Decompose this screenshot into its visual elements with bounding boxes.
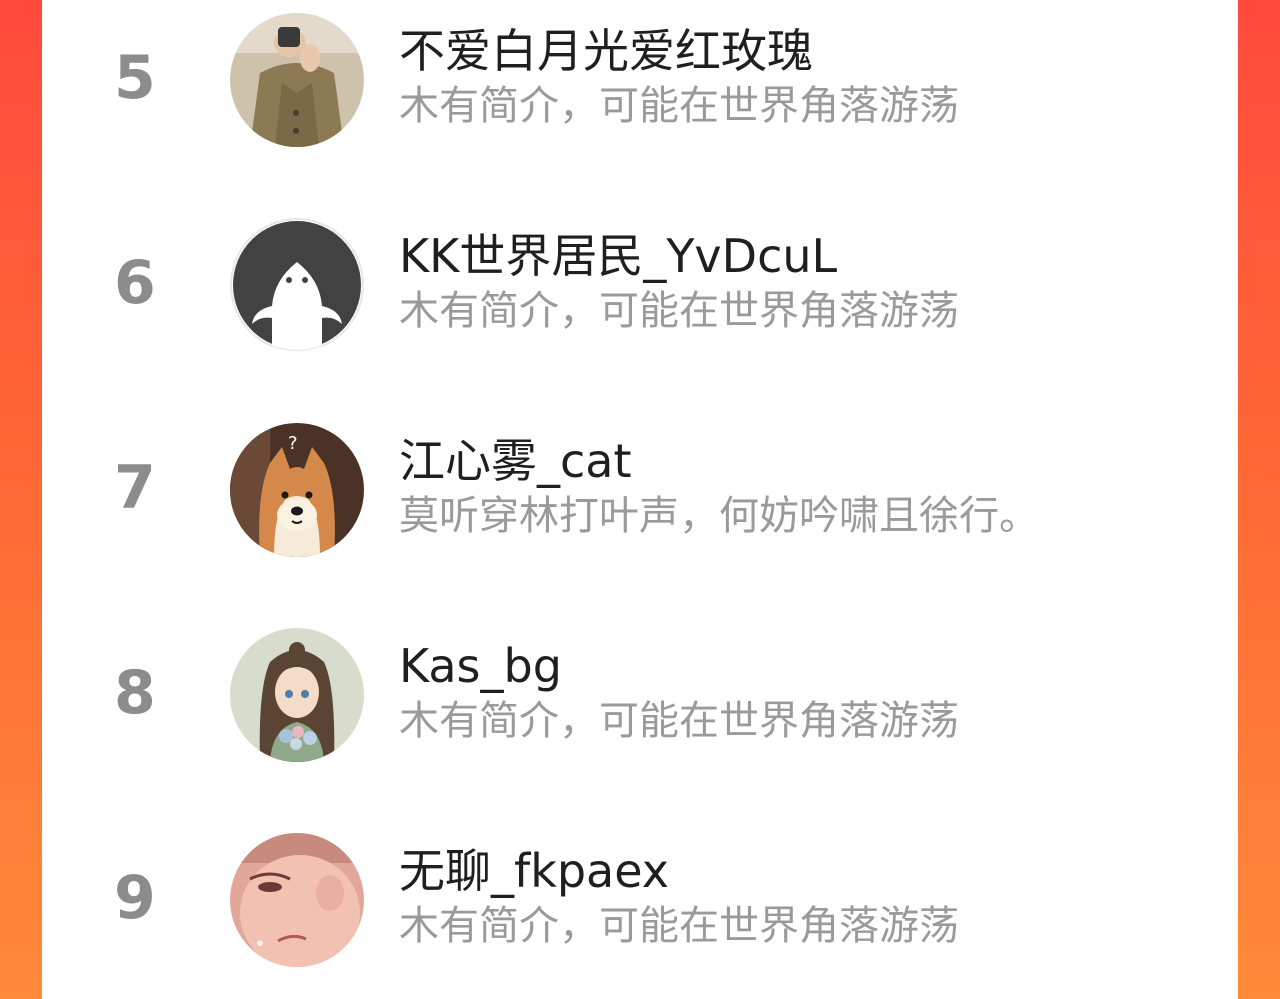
avatar-anime-face-closeup-icon	[230, 833, 364, 967]
user-name[interactable]: Kas_bg	[399, 638, 562, 694]
ranking-row[interactable]: 8 Kas_bg 木有简介，可能在世界角落游荡	[42, 620, 1238, 770]
user-bio: 木有简介，可能在世界角落游荡	[399, 698, 959, 744]
ranking-page: 5 不爱白月光爱红玫瑰 木有简介，可能在世界角落游荡 6 KK世界居民_YvDc…	[0, 0, 1280, 999]
rank-number: 5	[114, 43, 156, 113]
user-bio: 木有简介，可能在世界角落游荡	[399, 288, 959, 334]
user-name[interactable]: 不爱白月光爱红玫瑰	[399, 23, 813, 79]
user-bio: 木有简介，可能在世界角落游荡	[399, 83, 959, 129]
avatar-anime-girl-flowers-icon	[230, 628, 364, 762]
user-name[interactable]: KK世界居民_YvDcuL	[399, 228, 837, 284]
user-bio: 木有简介，可能在世界角落游荡	[399, 903, 959, 949]
ranking-row[interactable]: 6 KK世界居民_YvDcuL 木有简介，可能在世界角落游荡	[42, 210, 1238, 360]
ranking-row[interactable]: 9 无聊_fkpaex 木有简介，可能在世界角落游荡	[42, 825, 1238, 975]
svg-text:?: ?	[288, 433, 298, 454]
avatar-woman-sweater-photo-icon	[230, 13, 364, 147]
user-name[interactable]: 无聊_fkpaex	[399, 843, 669, 899]
user-avatar[interactable]	[230, 218, 364, 352]
user-bio: 莫听穿林打叶声，何妨吟啸且徐行。	[399, 493, 1039, 539]
ranking-row[interactable]: 5 不爱白月光爱红玫瑰 木有简介，可能在世界角落游荡	[42, 5, 1238, 155]
rank-number: 7	[114, 453, 156, 523]
rank-number: 6	[114, 248, 156, 318]
user-avatar[interactable]	[230, 628, 364, 762]
user-avatar[interactable]	[230, 13, 364, 147]
ranking-row[interactable]: 7 ? 江心雾_cat 莫听穿林打叶声，何妨吟啸且徐行。	[42, 415, 1238, 565]
ranking-list-card: 5 不爱白月光爱红玫瑰 木有简介，可能在世界角落游荡 6 KK世界居民_YvDc…	[42, 0, 1238, 999]
user-avatar[interactable]	[230, 833, 364, 967]
user-name[interactable]: 江心雾_cat	[399, 433, 632, 489]
avatar-default-white-figure-icon	[231, 219, 363, 352]
rank-number: 8	[114, 658, 156, 728]
rank-number: 9	[114, 863, 156, 933]
avatar-shiba-dog-icon: ?	[230, 423, 364, 557]
user-avatar[interactable]: ?	[230, 423, 364, 557]
